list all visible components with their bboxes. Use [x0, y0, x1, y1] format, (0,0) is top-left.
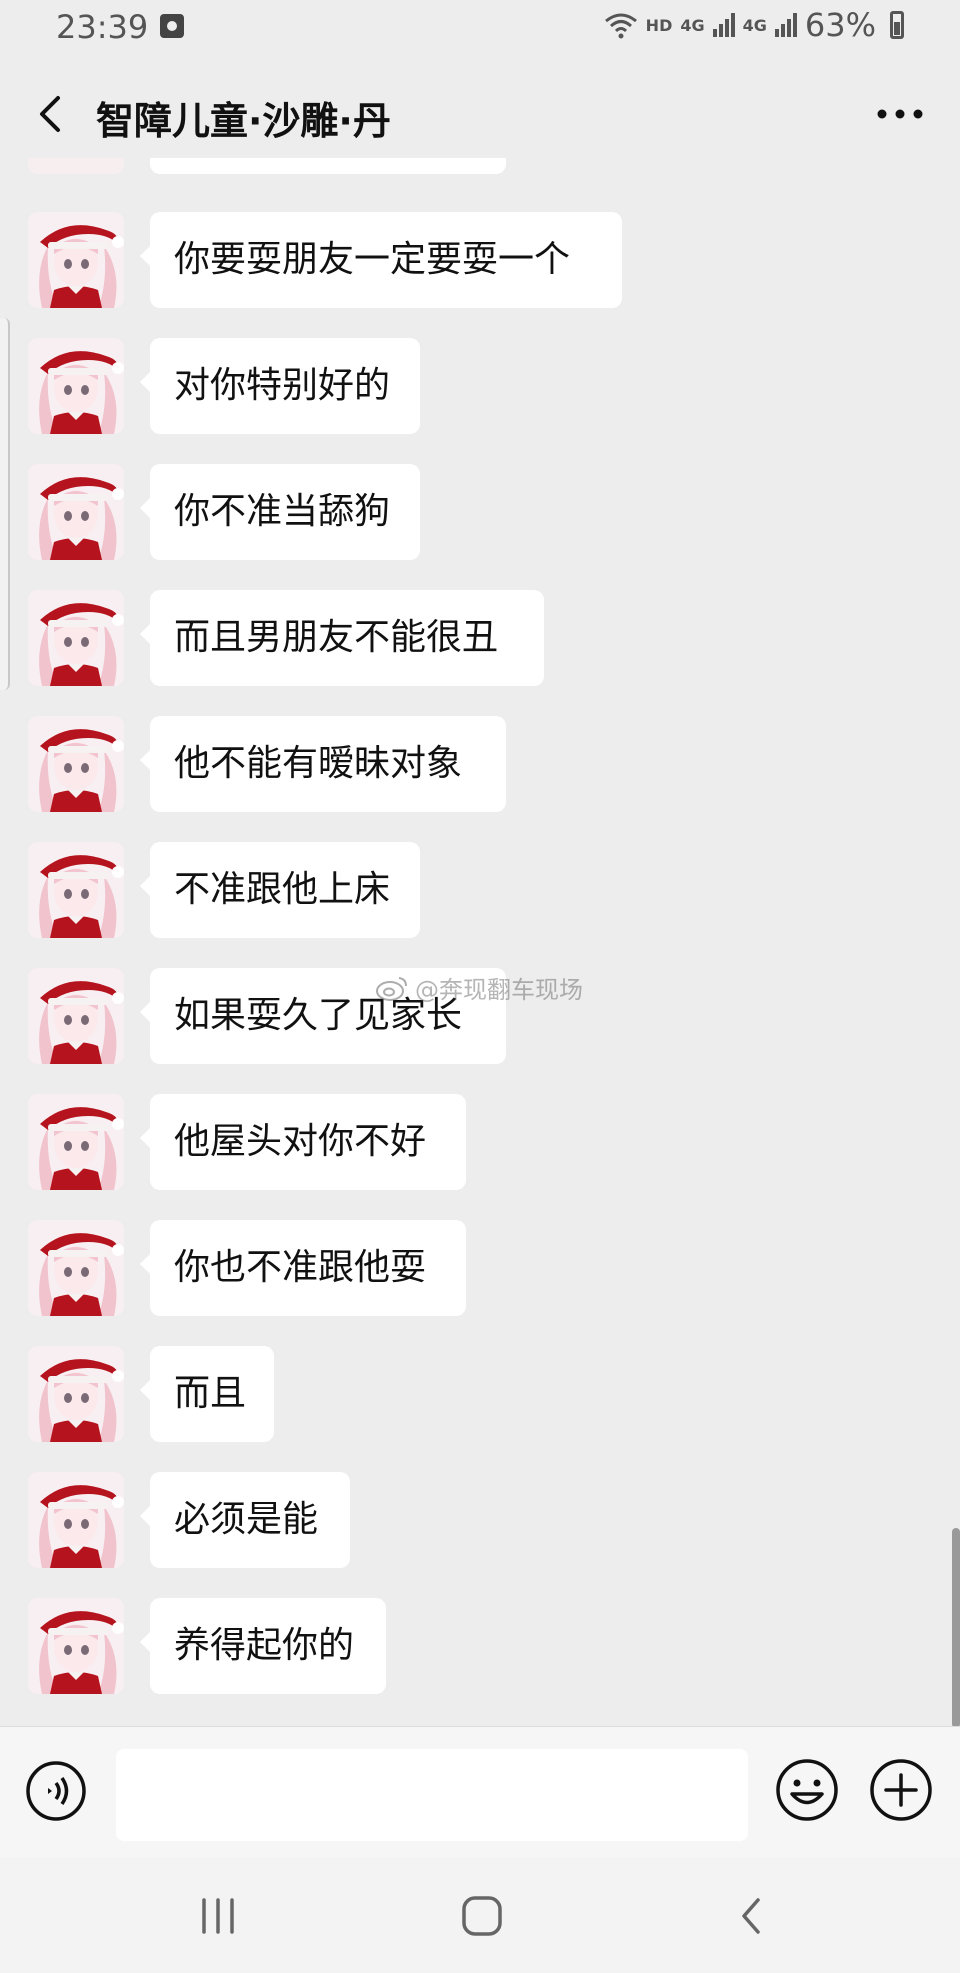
- message-bubble[interactable]: 他不能有暧昧对象: [140, 716, 506, 812]
- voice-icon[interactable]: [24, 1759, 88, 1823]
- message-bubble[interactable]: 养得起你的: [140, 1598, 386, 1694]
- edge-panel-handle[interactable]: [0, 318, 10, 690]
- plus-icon[interactable]: [868, 1757, 934, 1823]
- wifi-icon: [604, 13, 637, 39]
- message-bubble[interactable]: 你要耍朋友一定要耍一个: [140, 212, 622, 308]
- message-row: 你要耍朋友一定要耍一个: [0, 212, 960, 308]
- message-bubble[interactable]: 他屋头对你不好: [140, 1094, 466, 1190]
- status-bar: 23:39 HD 4G 4G 63%: [0, 0, 960, 58]
- message-row: 必须是能: [0, 1472, 960, 1568]
- avatar[interactable]: [28, 464, 124, 560]
- message-bubble[interactable]: 而且: [140, 1346, 274, 1442]
- signal-icon-2: [774, 13, 797, 37]
- avatar[interactable]: [28, 158, 124, 174]
- avatar[interactable]: [28, 1346, 124, 1442]
- signal-icon-1: [712, 13, 735, 37]
- chat-title: 智障儿童·沙雕·丹: [96, 99, 391, 143]
- scrollbar-thumb[interactable]: [952, 1528, 960, 1728]
- battery-percent: 63%: [804, 6, 876, 44]
- battery-icon: [890, 11, 904, 39]
- status-indicators: HD 4G 4G 63%: [604, 6, 904, 44]
- message-bubble[interactable]: 必须是能: [140, 1472, 350, 1568]
- more-dots-icon[interactable]: [872, 94, 928, 134]
- message-row: 对你特别好的: [0, 338, 960, 434]
- message-row: 而且: [0, 1346, 960, 1442]
- avatar[interactable]: [28, 212, 124, 308]
- avatar[interactable]: [28, 716, 124, 812]
- message-bubble[interactable]: 你也不准跟他耍: [140, 1220, 466, 1316]
- avatar[interactable]: [28, 1598, 124, 1694]
- watermark-text: @奔现翻车现场: [415, 976, 583, 1004]
- message-bubble[interactable]: 你不准当舔狗: [140, 464, 420, 560]
- message-row: 不准跟他上床: [0, 842, 960, 938]
- input-bar: [0, 1726, 960, 1859]
- watermark: @奔现翻车现场: [375, 970, 583, 1005]
- avatar[interactable]: [28, 338, 124, 434]
- avatar[interactable]: [28, 1220, 124, 1316]
- avatar[interactable]: [28, 1472, 124, 1568]
- network-type-2: 4G: [742, 15, 767, 35]
- message-list[interactable]: 你要耍朋友一定要耍一个 对你特别好的 你不准当舔狗 而且男朋友不能很丑 他不能有…: [0, 158, 960, 1728]
- message-row: 他不能有暧昧对象: [0, 716, 960, 812]
- back-icon[interactable]: [728, 1892, 776, 1940]
- message-row: 你不准当舔狗: [0, 464, 960, 560]
- weibo-icon: [376, 976, 407, 1001]
- avatar[interactable]: [28, 968, 124, 1064]
- system-nav-bar: [0, 1858, 960, 1973]
- message-bubble[interactable]: 对你特别好的: [140, 338, 420, 434]
- message-row: 养得起你的: [0, 1598, 960, 1694]
- message-row: 而且男朋友不能很丑: [0, 590, 960, 686]
- message-input[interactable]: [116, 1749, 748, 1841]
- message-bubble-partial[interactable]: [150, 158, 506, 174]
- hd-label: HD: [645, 15, 673, 35]
- home-icon[interactable]: [458, 1892, 506, 1940]
- status-time: 23:39: [56, 8, 149, 46]
- chevron-left-icon[interactable]: [28, 90, 76, 138]
- message-row: 他屋头对你不好: [0, 1094, 960, 1190]
- chat-header: 智障儿童·沙雕·丹: [0, 72, 960, 160]
- message-row: 你也不准跟他耍: [0, 1220, 960, 1316]
- message-bubble[interactable]: 不准跟他上床: [140, 842, 420, 938]
- network-type-1: 4G: [680, 15, 705, 35]
- notification-icon: [160, 14, 184, 38]
- emoji-icon[interactable]: [774, 1757, 840, 1823]
- avatar[interactable]: [28, 1094, 124, 1190]
- avatar[interactable]: [28, 842, 124, 938]
- avatar[interactable]: [28, 590, 124, 686]
- recent-apps-icon[interactable]: [194, 1896, 242, 1936]
- message-bubble[interactable]: 而且男朋友不能很丑: [140, 590, 544, 686]
